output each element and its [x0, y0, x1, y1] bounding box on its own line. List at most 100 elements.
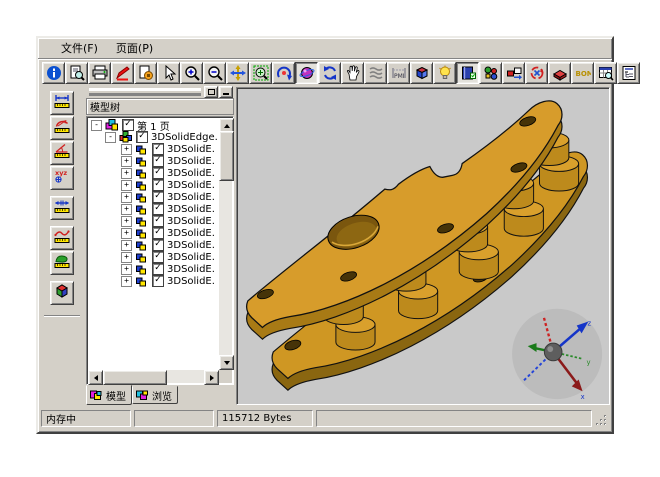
tree-horizontal-scrollbar[interactable] — [88, 370, 219, 383]
tree-list-button[interactable] — [617, 62, 640, 84]
part-explode-button[interactable] — [548, 62, 571, 84]
dim-coordinate-button[interactable]: xyz — [50, 166, 74, 190]
dim-distance-button[interactable] — [50, 196, 74, 220]
layers-button[interactable] — [364, 62, 387, 84]
tree-item-part[interactable]: + ✓3DSolidE. — [89, 203, 218, 215]
checkbox-checked[interactable]: ✓ — [152, 155, 164, 167]
tree-item-part[interactable]: +✓3DSolidE. — [89, 251, 218, 263]
checkbox-checked[interactable]: ✓ — [152, 251, 164, 263]
expand-icon[interactable]: + — [121, 216, 132, 227]
tab-browse[interactable]: 浏览 — [132, 386, 178, 404]
tree-item-part[interactable]: + ✓3DSolidE. — [89, 155, 218, 167]
refresh-view-button[interactable] — [318, 62, 341, 84]
checkbox-checked[interactable]: ✓ — [152, 143, 164, 155]
rotate-view-button[interactable] — [272, 62, 295, 84]
tree-item-label[interactable]: 3DSolidE. — [167, 228, 215, 239]
pan-hand-button[interactable] — [341, 62, 364, 84]
expand-icon[interactable]: + — [121, 264, 132, 275]
pmi-button[interactable]: PMI — [387, 62, 410, 84]
light-button[interactable] — [433, 62, 456, 84]
expand-icon[interactable]: + — [121, 144, 132, 155]
checkbox-checked[interactable]: ✓ — [152, 215, 164, 227]
tree-item-label[interactable]: 3DSolidE. — [167, 180, 215, 191]
dim-radius-button[interactable] — [50, 116, 74, 140]
tree-item-label[interactable]: 3DSolidEdge. — [151, 132, 218, 143]
book-browse-button[interactable] — [456, 62, 479, 84]
part-move-button[interactable] — [502, 62, 525, 84]
menu-file[interactable]: 文件(F) — [52, 38, 107, 58]
collapse-icon[interactable]: - — [91, 120, 102, 131]
dim-horizontal-button[interactable] — [50, 91, 74, 115]
tree-item-label[interactable]: 3DSolidE. — [167, 168, 215, 179]
dim-angle-button[interactable] — [50, 141, 74, 165]
tree-item-part[interactable]: + ✓3DSolidE. — [89, 227, 218, 239]
collapse-icon[interactable]: - — [105, 132, 116, 143]
checkbox-checked[interactable]: ✓ — [152, 263, 164, 275]
tree-item-part[interactable]: + ✓3DSolidE. — [89, 191, 218, 203]
checkbox-checked[interactable]: ✓ — [152, 191, 164, 203]
zoom-out-button[interactable] — [203, 62, 226, 84]
zoom-window-button[interactable] — [249, 62, 272, 84]
checkbox-checked[interactable]: ✓ — [152, 203, 164, 215]
info-button[interactable] — [42, 62, 65, 84]
checkbox-checked[interactable]: ✓ — [122, 119, 134, 131]
tree-item-label[interactable]: 3DSolidE. — [167, 264, 215, 275]
checkbox-checked[interactable]: ✓ — [152, 275, 164, 287]
zoom-in-button[interactable] — [180, 62, 203, 84]
select-cursor-button[interactable] — [157, 62, 180, 84]
tree-item-part[interactable]: + ✓3DSolidE. — [89, 239, 218, 251]
tree-item-label[interactable]: 3DSolidE. — [167, 240, 215, 251]
cube-view-button[interactable] — [410, 62, 433, 84]
tree-item-label[interactable]: 3DSolidE. — [167, 192, 215, 203]
tree-item-assembly[interactable]: - ✓ 3DSolidEdge. — [89, 131, 218, 143]
scroll-thumb[interactable] — [103, 370, 167, 385]
expand-icon[interactable]: + — [121, 180, 132, 191]
scroll-right-button[interactable] — [204, 370, 219, 385]
table-find-button[interactable] — [594, 62, 617, 84]
expand-icon[interactable]: + — [121, 204, 132, 215]
checkbox-checked[interactable]: ✓ — [152, 239, 164, 251]
drag-gripper[interactable] — [89, 88, 201, 96]
checkbox-checked[interactable]: ✓ — [136, 131, 148, 143]
print-button[interactable] — [88, 62, 111, 84]
tab-model[interactable]: 模型 — [86, 385, 132, 405]
viewport-3d[interactable]: z x y — [236, 87, 610, 405]
panel-grip-bar[interactable] — [86, 87, 234, 97]
tree-item-part[interactable]: + ✓3DSolidE. — [89, 167, 218, 179]
scroll-down-button[interactable] — [219, 355, 234, 370]
open-preview-button[interactable] — [65, 62, 88, 84]
axis-widget[interactable]: z x y — [512, 309, 602, 401]
checkbox-checked[interactable]: ✓ — [152, 167, 164, 179]
tree-item-part[interactable]: + ✓3DSolidE. — [89, 215, 218, 227]
part-rotate-button[interactable] — [525, 62, 548, 84]
expand-icon[interactable]: + — [121, 192, 132, 203]
tree-item-label[interactable]: 3DSolidE. — [167, 276, 215, 287]
checkbox-checked[interactable]: ✓ — [152, 179, 164, 191]
tree-item-label[interactable]: 3DSolidE. — [167, 144, 215, 155]
panel-float-button[interactable] — [204, 86, 218, 98]
solid-cube-button[interactable] — [50, 281, 74, 305]
checkbox-checked[interactable]: ✓ — [152, 227, 164, 239]
bom-button[interactable]: BOM — [571, 62, 594, 84]
menu-page[interactable]: 页面(P) — [107, 38, 162, 58]
pan-move-button[interactable] — [226, 62, 249, 84]
expand-icon[interactable]: + — [121, 240, 132, 251]
dim-area-button[interactable] — [50, 251, 74, 275]
dim-curve-button[interactable] — [50, 226, 74, 250]
tree-item-label[interactable]: 3DSolidE. — [167, 252, 215, 263]
panel-hide-button[interactable] — [219, 86, 233, 98]
scroll-thumb[interactable] — [219, 131, 234, 181]
markup-pen-button[interactable] — [111, 62, 134, 84]
tree-item-page[interactable]: - ✓ 第 1 页 — [89, 119, 218, 131]
tree-item-label[interactable]: 3DSolidE. — [167, 216, 215, 227]
expand-icon[interactable]: + — [121, 228, 132, 239]
stamp-button[interactable] — [134, 62, 157, 84]
tree-item-label[interactable]: 3DSolidE. — [167, 156, 215, 167]
tree-item-label[interactable]: 3DSolidE. — [167, 204, 215, 215]
expand-icon[interactable]: + — [121, 168, 132, 179]
parts-button[interactable] — [479, 62, 502, 84]
tree-vertical-scrollbar[interactable] — [219, 118, 232, 370]
tree-item-part[interactable]: + ✓3DSolidE. — [89, 143, 218, 155]
expand-icon[interactable]: + — [121, 156, 132, 167]
scroll-left-button[interactable] — [88, 370, 103, 385]
